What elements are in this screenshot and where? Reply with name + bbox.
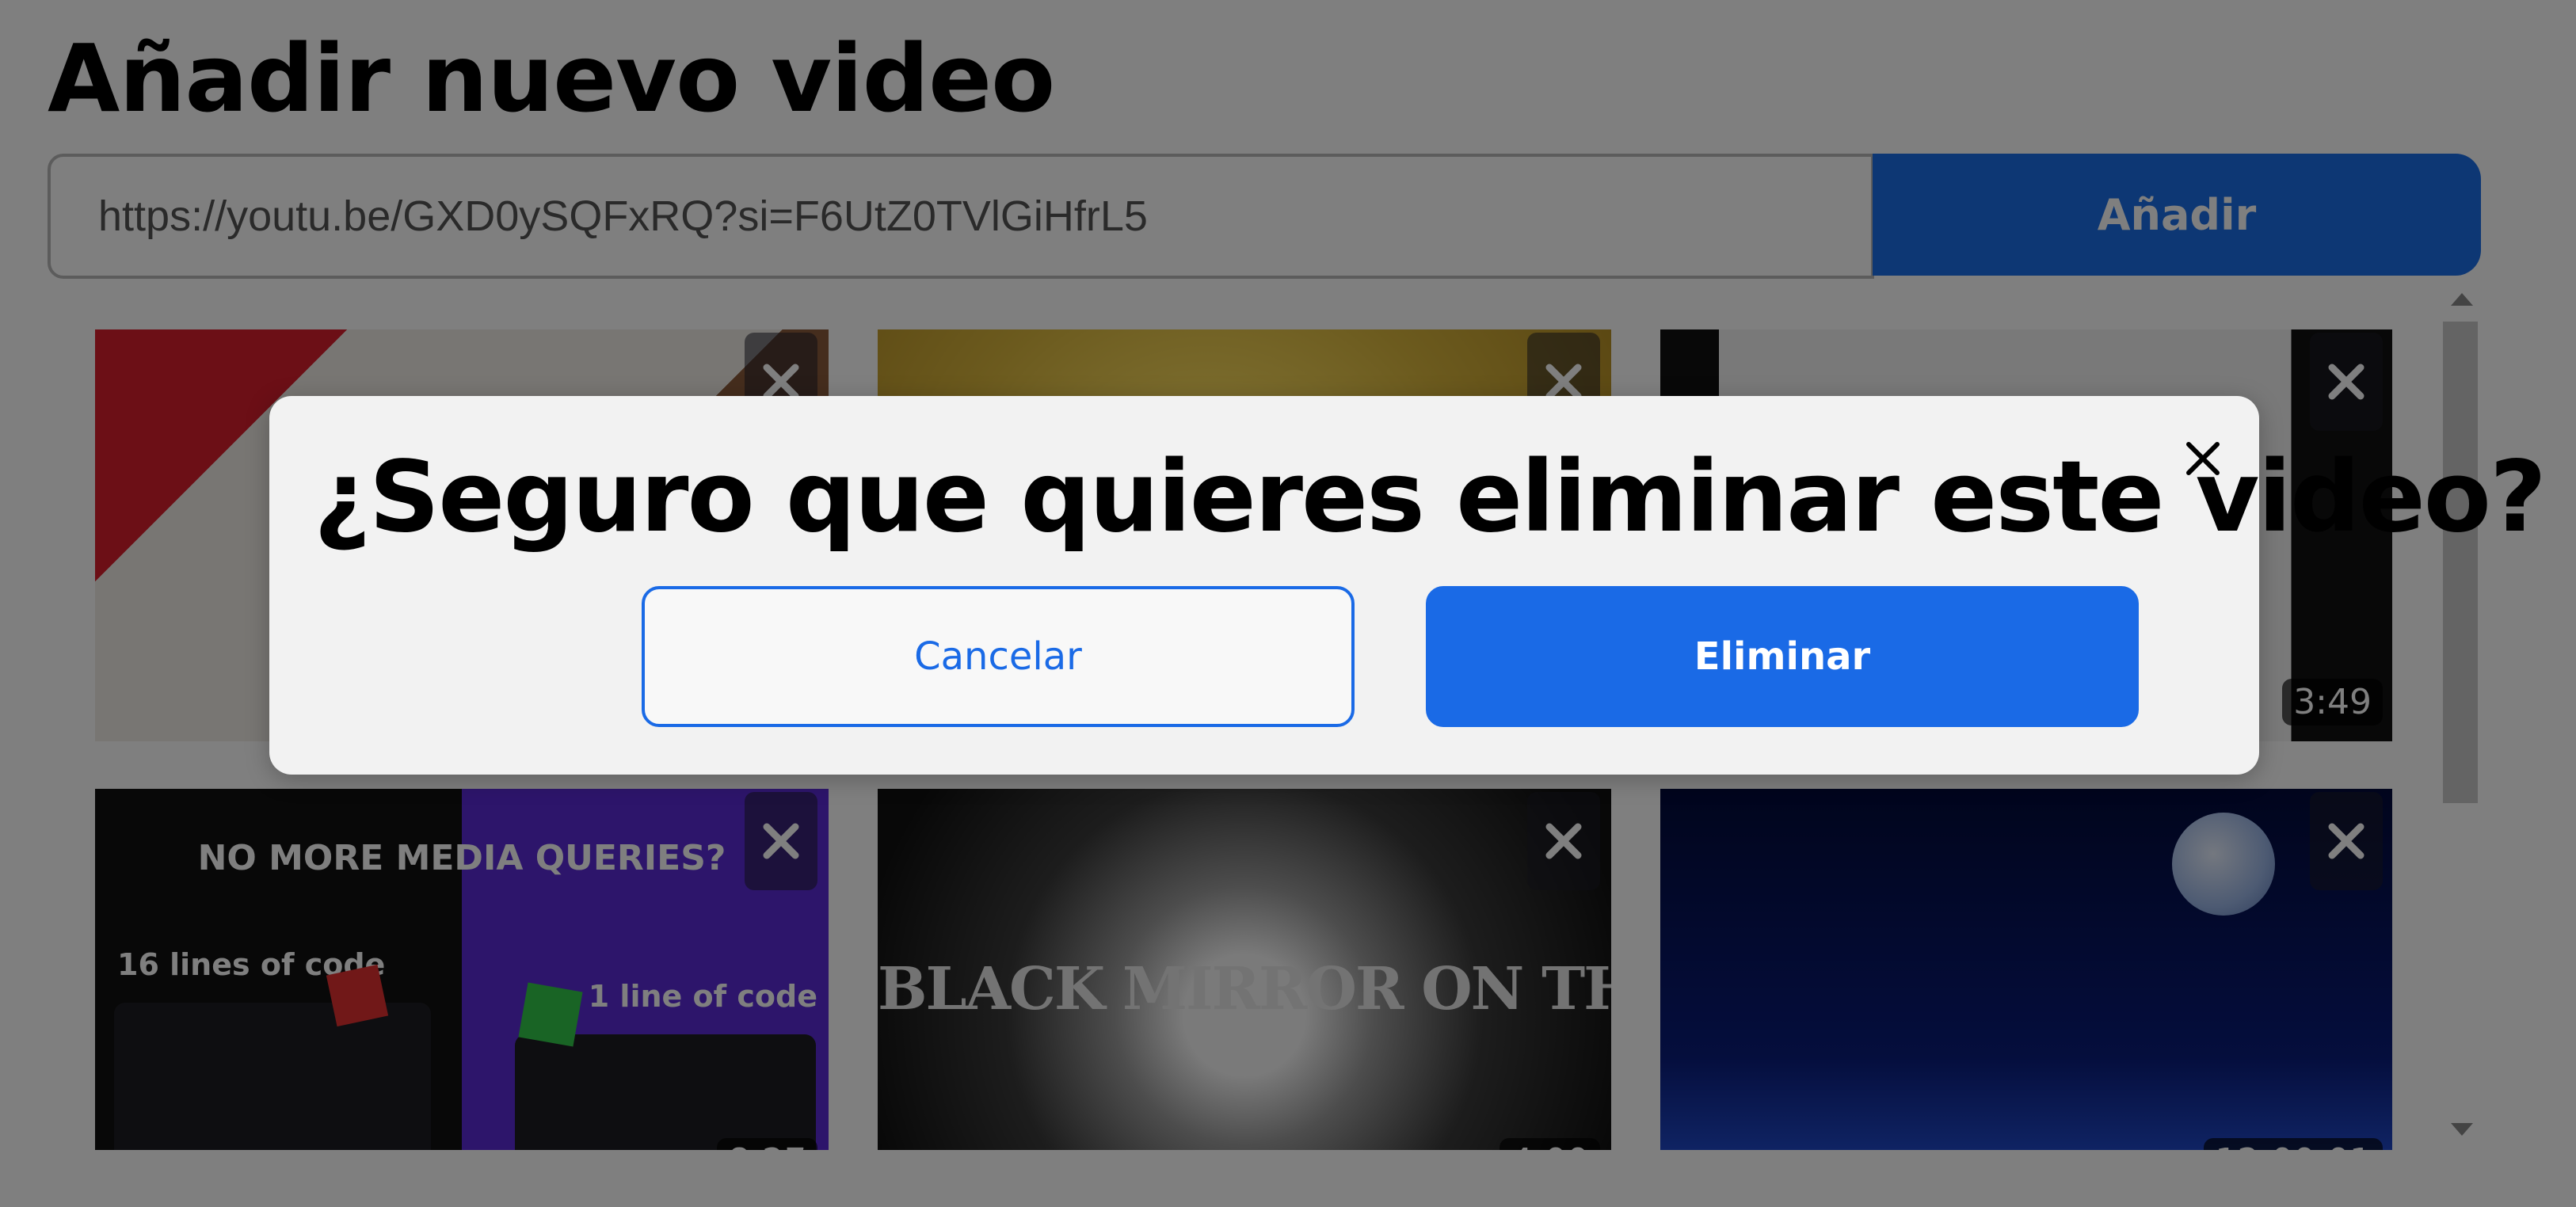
cancel-button[interactable]: Cancelar	[642, 586, 1355, 727]
dialog-title: ¿Seguro que quieres eliminar este video?	[314, 440, 2547, 554]
delete-button[interactable]: Eliminar	[1426, 586, 2139, 727]
confirm-delete-dialog: ¿Seguro que quieres eliminar este video?…	[269, 396, 2547, 775]
